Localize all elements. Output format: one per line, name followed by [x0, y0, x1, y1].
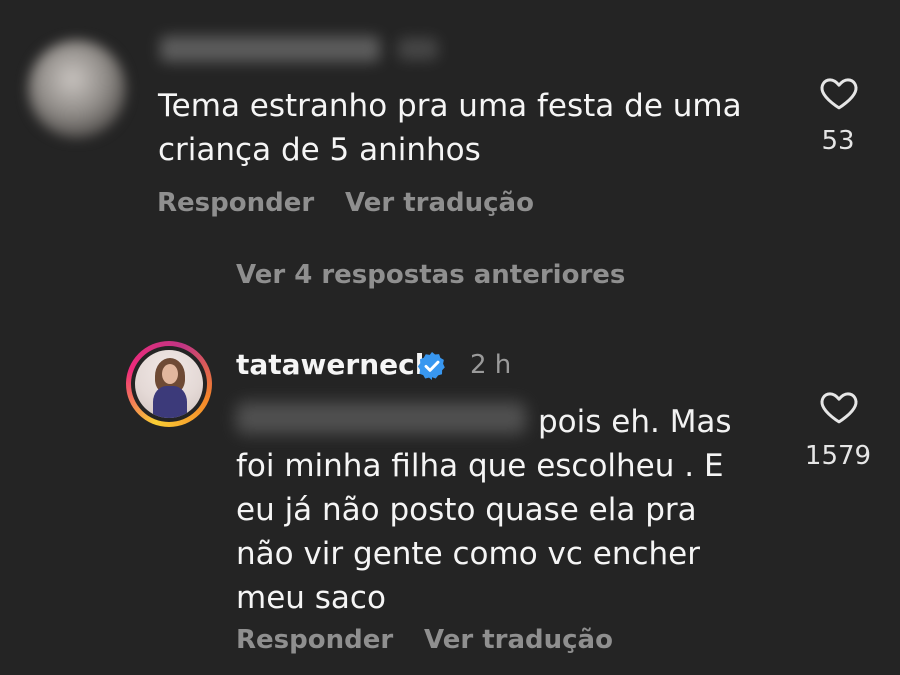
comment-text-line: meu saco [236, 580, 386, 616]
avatar[interactable] [135, 350, 203, 418]
timestamp: 2 h [470, 350, 512, 380]
avatar-blurred[interactable] [28, 40, 126, 138]
heart-icon[interactable] [818, 72, 860, 114]
comment-text: Tema estranho pra uma festa de uma crian… [158, 84, 778, 172]
like-count: 53 [821, 126, 855, 156]
avatar-body [153, 386, 187, 418]
username[interactable]: tatawerneck [236, 348, 433, 381]
comment-text-line: foi minha filha que escolheu . E [236, 448, 724, 484]
see-translation-button[interactable]: Ver tradução [424, 625, 613, 655]
comment-text-line: não vir gente como vc encher [236, 536, 701, 572]
comment-text-line: Tema estranho pra uma festa de uma [158, 88, 742, 124]
verified-badge-icon [417, 352, 445, 380]
comment-text-line: pois eh. Mas [538, 404, 732, 440]
comment-text: foi minha filha que escolheu . E eu já n… [236, 444, 756, 620]
mention-blurred[interactable] [236, 402, 526, 434]
like-count: 1579 [804, 441, 872, 471]
heart-icon[interactable] [818, 386, 860, 428]
avatar-face [162, 364, 178, 384]
comment-text-line: eu já não posto quase ela pra [236, 492, 697, 528]
reply-button[interactable]: Responder [236, 625, 393, 655]
timestamp-blurred [398, 38, 438, 60]
reply-button[interactable]: Responder [157, 188, 314, 218]
see-translation-button[interactable]: Ver tradução [345, 188, 534, 218]
comment-text-line: criança de 5 aninhos [158, 132, 481, 168]
username-blurred[interactable] [160, 36, 380, 62]
view-previous-replies-button[interactable]: Ver 4 respostas anteriores [236, 260, 625, 290]
